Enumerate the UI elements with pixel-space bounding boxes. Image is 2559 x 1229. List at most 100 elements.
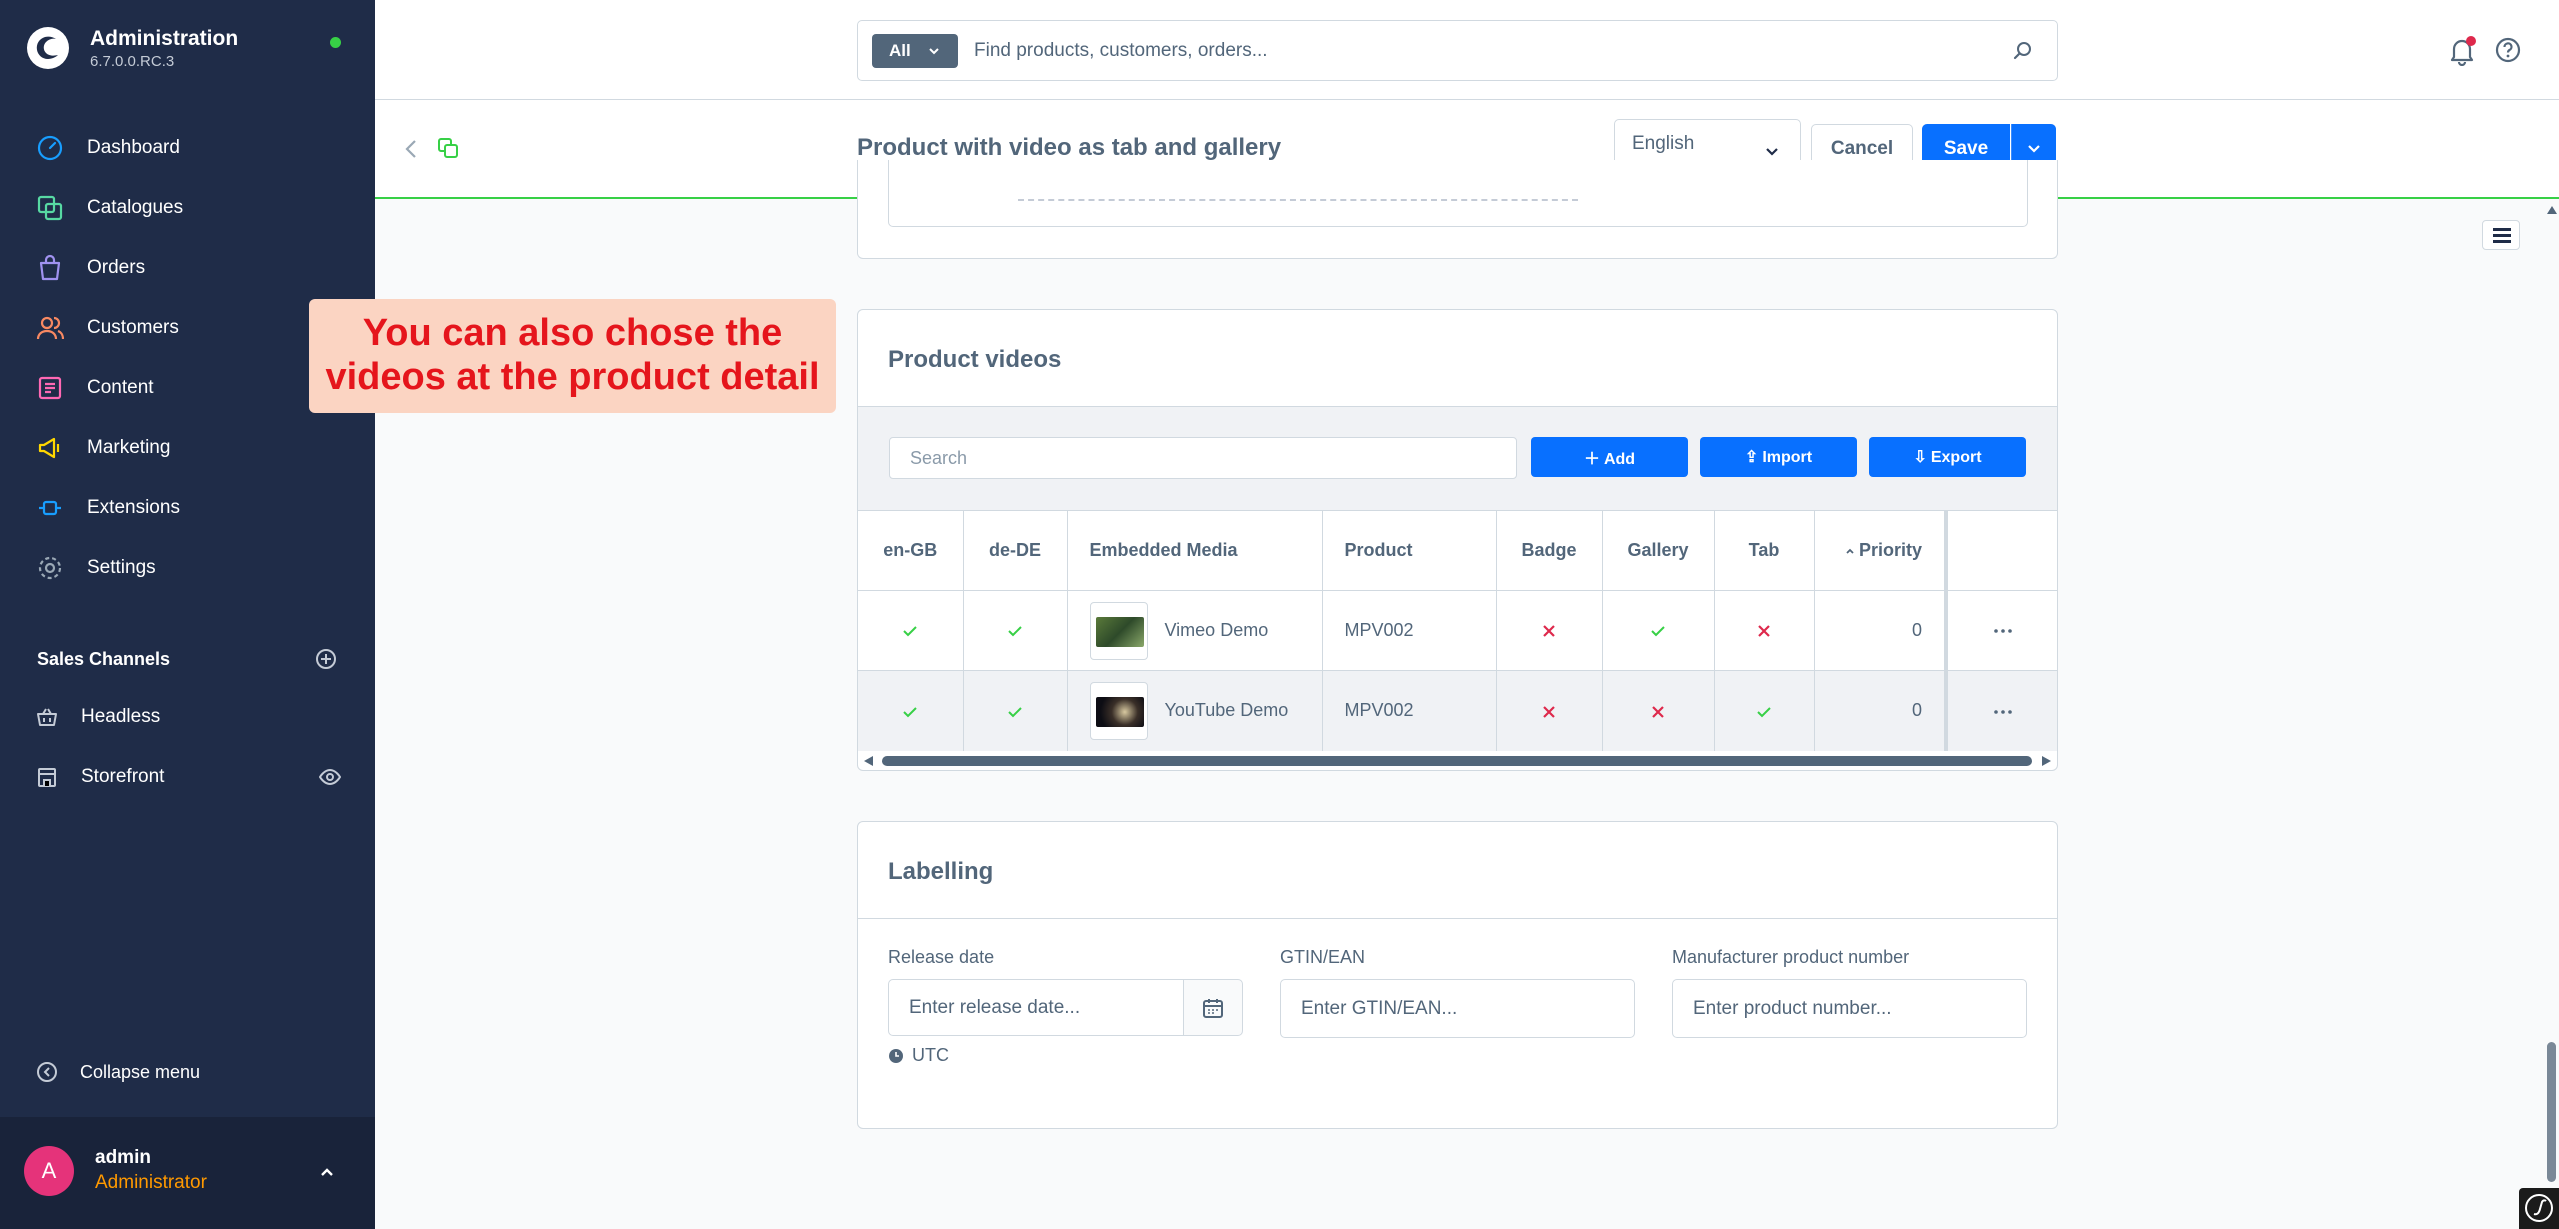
scroll-up-arrow[interactable] — [2547, 206, 2557, 214]
nav-item-marketing[interactable]: Marketing — [0, 418, 375, 478]
table-row[interactable]: Vimeo Demo MPV002 0 — [858, 590, 2057, 671]
cell-de-de — [963, 670, 1068, 751]
content-icon — [38, 376, 62, 400]
column-header[interactable]: Embedded Media — [1067, 510, 1323, 591]
card-divider — [858, 918, 2057, 919]
storefront-icon — [38, 768, 56, 787]
column-header[interactable]: de-DE — [963, 510, 1068, 591]
search-icon[interactable] — [2011, 39, 2035, 63]
add-label: Add — [1603, 451, 1636, 468]
check-icon — [1651, 626, 1665, 637]
search-box: All — [857, 20, 2058, 81]
nav-label: Catalogues — [87, 197, 184, 218]
cross-icon — [1543, 625, 1555, 638]
collapse-icon — [37, 1062, 57, 1082]
column-header[interactable]: en-GB — [858, 510, 964, 591]
column-header[interactable]: Gallery — [1602, 510, 1715, 591]
cell-en-gb — [858, 590, 964, 671]
back-arrow-icon[interactable] — [402, 138, 420, 160]
vimeo-thumbnail-image — [1095, 616, 1144, 647]
mpn-input[interactable] — [1672, 979, 2027, 1038]
scroll-left-arrow[interactable] — [864, 756, 873, 766]
grid-toolbar: ＋Add ⇪Import ⇩Export — [858, 406, 2057, 510]
brand-title: Administration — [90, 27, 239, 50]
actions-header — [1946, 510, 2057, 591]
symfony-toolbar-icon[interactable] — [2519, 1188, 2559, 1229]
sales-channels-header: Sales Channels — [37, 648, 337, 670]
cell-product: MPV002 — [1322, 670, 1497, 751]
gtin-input[interactable] — [1280, 979, 1635, 1038]
nav-label: Extensions — [87, 497, 180, 518]
priority-header-label: Priority — [1858, 540, 1922, 560]
dashboard-icon — [37, 135, 63, 161]
product-videos-card: Product videos ＋Add ⇪Import ⇩Export en-G… — [857, 309, 2058, 771]
row-actions-button[interactable] — [1946, 670, 2057, 751]
avatar[interactable]: A — [24, 1146, 74, 1196]
videos-grid: en-GB de-DE Embedded Media Product Badge… — [858, 510, 2057, 751]
column-header[interactable]: Product — [1322, 510, 1497, 591]
cell-media[interactable]: YouTube Demo — [1067, 670, 1323, 751]
cell-media[interactable]: Vimeo Demo — [1067, 590, 1323, 671]
eye-icon[interactable] — [319, 766, 341, 788]
cell-badge — [1496, 590, 1603, 671]
release-date-input[interactable] — [888, 979, 1184, 1036]
nav-label: Content — [87, 377, 154, 398]
nav-item-settings[interactable]: Settings — [0, 538, 375, 598]
search-type-label: All — [889, 41, 911, 60]
scrollbar-thumb[interactable] — [882, 756, 2032, 766]
orders-icon — [39, 254, 61, 281]
sales-channel-headless[interactable]: Headless — [36, 697, 341, 737]
add-button[interactable]: ＋ Add — [1531, 437, 1688, 477]
nav-label: Dashboard — [87, 137, 180, 158]
dashed-divider — [1018, 199, 1578, 201]
sales-channel-label: Storefront — [81, 766, 165, 787]
previous-card-inner — [888, 160, 2028, 227]
search-type-select[interactable]: All — [872, 34, 958, 68]
media-thumbnail — [1089, 681, 1148, 740]
scroll-right-arrow[interactable] — [2042, 756, 2051, 766]
labelling-card: Labelling — [857, 821, 2058, 1129]
column-header[interactable]: Tab — [1714, 510, 1815, 591]
copy-icon[interactable] — [437, 137, 459, 159]
sidebar: Administration 6.7.0.0.RC.3 Dashboard Ca… — [0, 0, 375, 1229]
nav-item-orders[interactable]: Orders — [0, 238, 375, 298]
import-button[interactable]: ⇪ Import — [1700, 437, 1857, 477]
page-scrollbar-thumb[interactable] — [2547, 1042, 2556, 1182]
tutorial-callout: You can also chose the videos at the pro… — [309, 299, 836, 413]
more-icon — [1993, 709, 2012, 714]
horizontal-scrollbar[interactable] — [860, 753, 2055, 769]
nav-item-catalogues[interactable]: Catalogues — [0, 178, 375, 238]
add-sales-channel-icon[interactable] — [315, 648, 337, 670]
brand[interactable]: Administration 6.7.0.0.RC.3 — [26, 26, 238, 72]
nav-label: Settings — [87, 557, 156, 578]
page-scrollbar[interactable] — [2544, 200, 2559, 1229]
column-header[interactable]: Badge — [1496, 510, 1603, 591]
mpn-label: Manufacturer product number — [1672, 947, 1910, 967]
status-dot — [330, 37, 341, 48]
column-header-priority[interactable]: Priority — [1814, 510, 1948, 591]
row-actions-button[interactable] — [1946, 590, 2057, 671]
timezone-hint: UTC — [888, 1045, 949, 1066]
media-name: Vimeo Demo — [1164, 620, 1269, 640]
cell-badge — [1496, 670, 1603, 751]
collapse-menu-button[interactable]: Collapse menu — [36, 1061, 200, 1083]
nav-item-extensions[interactable]: Extensions — [0, 478, 375, 538]
cross-icon — [1758, 625, 1770, 638]
sidebar-menu-toggle[interactable] — [2482, 220, 2520, 250]
chevron-up-icon[interactable] — [318, 1163, 336, 1181]
plus-icon: ＋ — [1583, 451, 1600, 468]
nav-item-dashboard[interactable]: Dashboard — [0, 118, 375, 178]
shopware-logo-icon — [27, 27, 69, 69]
media-thumbnail — [1089, 601, 1148, 660]
sales-channel-storefront[interactable]: Storefront — [36, 757, 341, 797]
search-input[interactable] — [974, 33, 1974, 69]
grid-search-input[interactable] — [889, 437, 1517, 479]
help-icon[interactable] — [2494, 36, 2522, 64]
customers-icon — [36, 316, 64, 340]
export-button[interactable]: ⇩ Export — [1869, 437, 2026, 477]
download-icon: ⇩ — [1913, 449, 1927, 466]
table-row[interactable]: YouTube Demo MPV002 0 — [858, 670, 2057, 751]
calendar-button[interactable] — [1183, 979, 1243, 1036]
user-role: Administrator — [95, 1172, 207, 1193]
catalogue-icon — [37, 195, 63, 221]
